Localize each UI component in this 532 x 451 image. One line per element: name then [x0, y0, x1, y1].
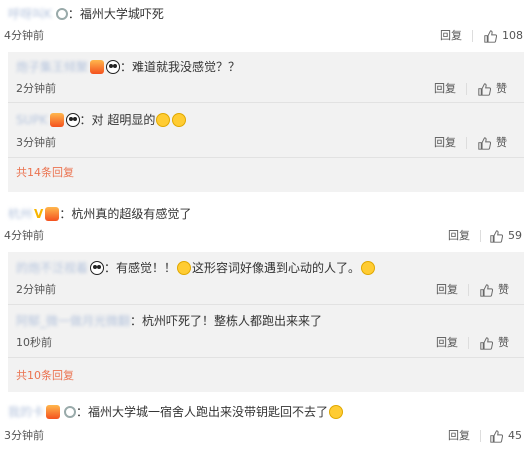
timestamp: 3分钟前	[4, 429, 44, 442]
like-count: 108	[502, 29, 523, 42]
laughing-emoji-icon	[177, 261, 192, 275]
reply-button[interactable]: 回复	[436, 336, 458, 350]
divider	[468, 284, 469, 296]
timestamp: 4分钟前	[4, 229, 44, 242]
reply-button[interactable]: 回复	[440, 29, 462, 43]
reply-content: 的炮不泛视着 ：有感觉！！ 这形容词好像遇到心动的人了。	[16, 260, 376, 276]
laughing-emoji-icon	[172, 113, 187, 127]
timestamp: 10秒前	[16, 336, 52, 349]
thumbs-up-icon	[478, 136, 491, 150]
username[interactable]: 呼呀叫K	[8, 7, 52, 21]
crying-emoji-icon	[361, 261, 376, 275]
thumbs-up-icon	[490, 429, 503, 443]
like-button[interactable]: 45	[490, 429, 522, 443]
timestamp: 3分钟前	[16, 136, 56, 149]
username[interactable]: 的炮不泛视着	[16, 261, 88, 275]
vip-badge-icon	[46, 405, 61, 419]
reply-content: 炮子集王倾聚 ：难道就我没感觉？？	[16, 59, 240, 75]
like-button[interactable]: 赞	[478, 136, 507, 150]
comment-text: ：福州大学城吓死	[67, 7, 164, 21]
comment: 呼呀叫K ：福州大学城吓死 4分钟前 回复 108	[0, 0, 532, 50]
reply-button[interactable]: 回复	[434, 82, 456, 96]
divider	[480, 430, 481, 442]
reply-button[interactable]: 回复	[436, 283, 458, 297]
view-more-replies-link[interactable]: 共14条回复	[16, 166, 74, 180]
like-count: 45	[508, 429, 522, 442]
reply-button[interactable]: 回复	[448, 429, 470, 443]
like-label: 赞	[498, 336, 509, 349]
divider	[466, 137, 467, 149]
laughing-emoji-icon	[329, 405, 344, 419]
view-more-replies-link[interactable]: 共10条回复	[16, 369, 74, 383]
like-label: 赞	[496, 136, 507, 149]
like-button[interactable]: 赞	[480, 283, 509, 297]
divider	[466, 83, 467, 95]
thumbs-up-icon	[478, 82, 491, 96]
reply-text: ：难道就我没感觉？？	[120, 60, 241, 74]
comment: 杭州 V ：杭州真的超级有感觉了 4分钟前 回复 59	[0, 200, 532, 250]
laughing-emoji-icon	[156, 113, 171, 127]
like-button[interactable]: 赞	[480, 336, 509, 350]
username[interactable]: 杭州	[8, 207, 32, 221]
vip-badge-icon	[45, 207, 60, 221]
comment-content: 呼呀叫K ：福州大学城吓死	[8, 6, 164, 22]
like-button[interactable]: 108	[484, 29, 523, 43]
reply-text-continued: 这形容词好像遇到心动的人了。	[192, 261, 361, 275]
comment: 我的卡 ：福州大学城一宿舍人跑出来没带钥匙回不去了 3分钟前 回复 45	[0, 398, 532, 451]
thumbs-up-icon	[490, 229, 503, 243]
timestamp: 2分钟前	[16, 283, 56, 296]
reply-text: ：有感觉！！	[104, 261, 177, 275]
reply-button[interactable]: 回复	[448, 229, 470, 243]
like-label: 赞	[498, 283, 509, 296]
vip-badge-icon	[90, 60, 105, 74]
username[interactable]: SUPK	[16, 113, 48, 127]
timestamp: 2分钟前	[16, 82, 56, 95]
panda-icon	[65, 113, 80, 127]
reply-list: 炮子集王倾聚 ：难道就我没感觉？？ 2分钟前 回复 赞 SUPK ：对 超明显的 3…	[8, 52, 524, 192]
panda-icon	[106, 60, 121, 74]
reply-list: 的炮不泛视着 ：有感觉！！ 这形容词好像遇到心动的人了。 2分钟前 回复 赞 阿郁_…	[8, 252, 524, 392]
like-label: 赞	[496, 82, 507, 95]
username[interactable]: 炮子集王倾聚	[16, 60, 88, 74]
like-count: 59	[508, 229, 522, 242]
thumbs-up-icon	[480, 283, 493, 297]
reply-content: 阿郁_微一做月光微翻：杭州吓死了！整栋人都跑出来来了	[16, 313, 322, 329]
comment-text: ：杭州真的超级有感觉了	[59, 207, 192, 221]
comment-text: ：福州大学城一宿舍人跑出来没带钥匙回不去了	[76, 405, 329, 419]
reply-text: ：杭州吓死了！整栋人都跑出来来了	[130, 314, 323, 328]
medal-icon	[55, 8, 68, 20]
vip-badge-icon	[49, 113, 64, 127]
medal-icon	[64, 406, 77, 418]
reply-button[interactable]: 回复	[434, 136, 456, 150]
separator	[8, 157, 524, 158]
thumbs-up-icon	[484, 29, 497, 43]
verified-v-icon: V	[34, 207, 44, 221]
divider	[472, 30, 473, 42]
divider	[468, 337, 469, 349]
username[interactable]: 阿郁_微一做月光微翻	[16, 314, 130, 328]
like-button[interactable]: 赞	[478, 82, 507, 96]
panda-icon	[90, 261, 105, 275]
separator	[8, 304, 524, 305]
separator	[8, 102, 524, 103]
reply-content: SUPK ：对 超明显的	[16, 112, 187, 128]
username[interactable]: 我的卡	[8, 405, 44, 419]
comment-content: 我的卡 ：福州大学城一宿舍人跑出来没带钥匙回不去了	[8, 404, 344, 420]
reply-text: ：对 超明显的	[79, 113, 156, 127]
divider	[480, 230, 481, 242]
like-button[interactable]: 59	[490, 229, 522, 243]
thumbs-up-icon	[480, 336, 493, 350]
timestamp: 4分钟前	[4, 29, 44, 42]
separator	[8, 357, 524, 358]
comment-content: 杭州 V ：杭州真的超级有感觉了	[8, 206, 191, 222]
